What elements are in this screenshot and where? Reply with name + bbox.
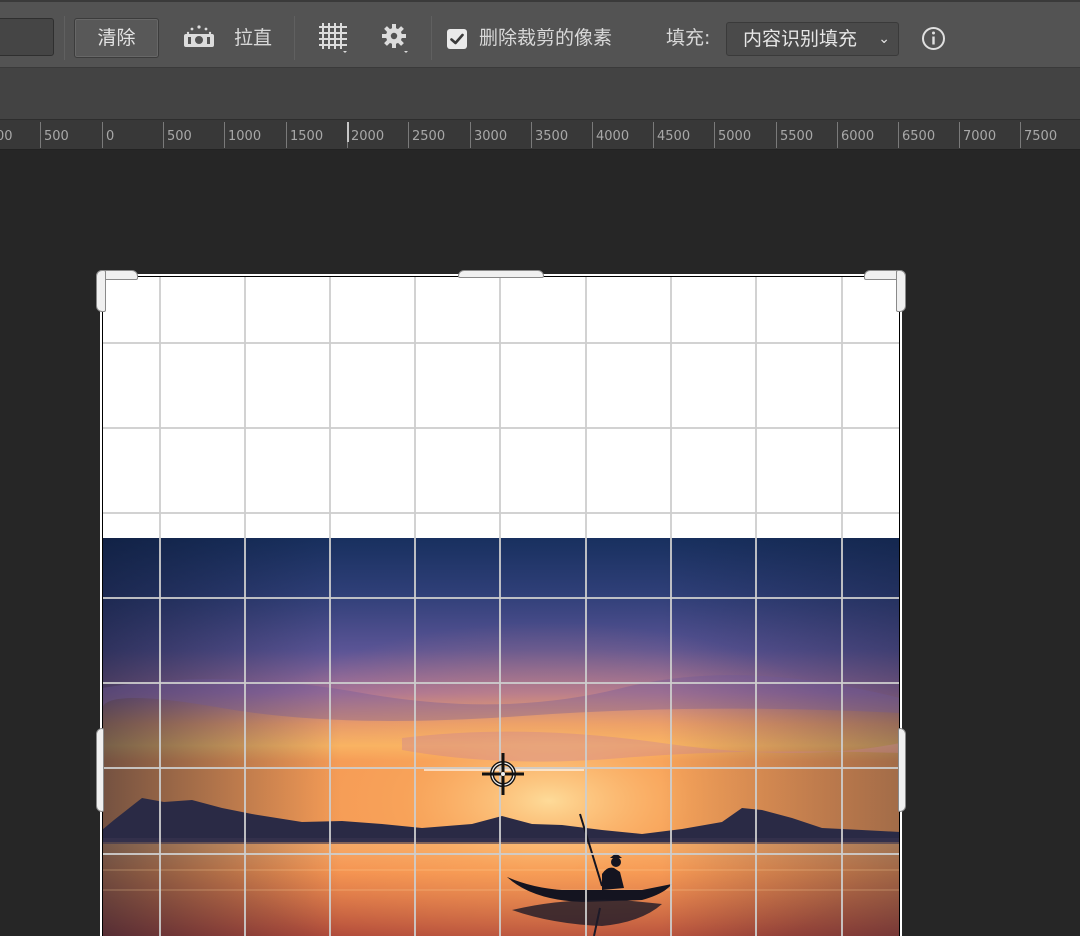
level-icon[interactable] <box>182 20 216 54</box>
ruler-tick-label: 3000 <box>470 122 507 148</box>
ruler-cursor-marker <box>347 122 349 142</box>
ruler-tick-label: 1500 <box>286 122 323 148</box>
ruler-tick-label: 7000 <box>959 122 996 148</box>
ruler-tick-label: 6500 <box>898 122 935 148</box>
ratio-input[interactable] <box>0 18 54 56</box>
separator <box>431 16 432 60</box>
document-image[interactable] <box>102 276 900 936</box>
crop-handle-top-left-v[interactable] <box>96 270 106 312</box>
checkbox-checked-icon[interactable] <box>447 29 467 49</box>
fill-select[interactable]: 内容识别填充 ⌄ <box>726 22 899 56</box>
ruler-tick-label: 7500 <box>1020 122 1057 148</box>
info-icon[interactable] <box>921 26 946 51</box>
ruler-tick-label: 5000 <box>714 122 751 148</box>
crop-handle-middle-right[interactable] <box>898 728 906 812</box>
crop-handle-top-right-v[interactable] <box>896 270 906 312</box>
horizontal-ruler[interactable]: 00 500 0 500 1000 1500 2000 2500 3000 3500 4000 450… <box>0 120 1080 150</box>
options-bar: 清除 拉直 删除裁剪的像素 填充: 内容识别填充 ⌄ <box>0 0 1080 68</box>
crosshair-target-icon[interactable] <box>481 752 525 796</box>
clear-button[interactable]: 清除 <box>74 18 159 58</box>
ruler-tick-label: 00 <box>0 122 13 148</box>
straighten-label[interactable]: 拉直 <box>234 24 272 52</box>
separator <box>64 16 65 60</box>
fill-label: 填充: <box>666 27 711 49</box>
separator <box>294 16 295 60</box>
fill-select-value: 内容识别填充 <box>743 28 858 50</box>
ruler-tick-label: 3500 <box>531 122 568 148</box>
ruler-tick-label: 4000 <box>592 122 629 148</box>
ruler-tick-label: 4500 <box>653 122 690 148</box>
ruler-tick-label: 2000 <box>347 122 384 148</box>
ruler-tick-label: 6000 <box>837 122 874 148</box>
delete-cropped-pixels-label[interactable]: 删除裁剪的像素 <box>479 24 612 52</box>
grid-overlay-icon[interactable] <box>316 20 350 54</box>
ruler-tick-label: 2500 <box>408 122 445 148</box>
document-tab-bar <box>0 68 1080 120</box>
ruler-tick-label: 1000 <box>224 122 261 148</box>
gear-icon[interactable] <box>378 20 412 54</box>
photoshop-window: 清除 拉直 删除裁剪的像素 填充: 内容识别填充 ⌄ 00 500 0 500 … <box>0 0 1080 936</box>
crop-grid-overlay <box>102 276 900 936</box>
ruler-tick-label: 500 <box>40 122 69 148</box>
ruler-tick-label: 0 <box>102 122 114 148</box>
crop-handle-top-center[interactable] <box>458 270 544 278</box>
crop-handle-middle-left[interactable] <box>96 728 104 812</box>
ruler-tick-label: 5500 <box>776 122 813 148</box>
chevron-down-icon: ⌄ <box>878 31 890 47</box>
ruler-tick-label: 500 <box>163 122 192 148</box>
